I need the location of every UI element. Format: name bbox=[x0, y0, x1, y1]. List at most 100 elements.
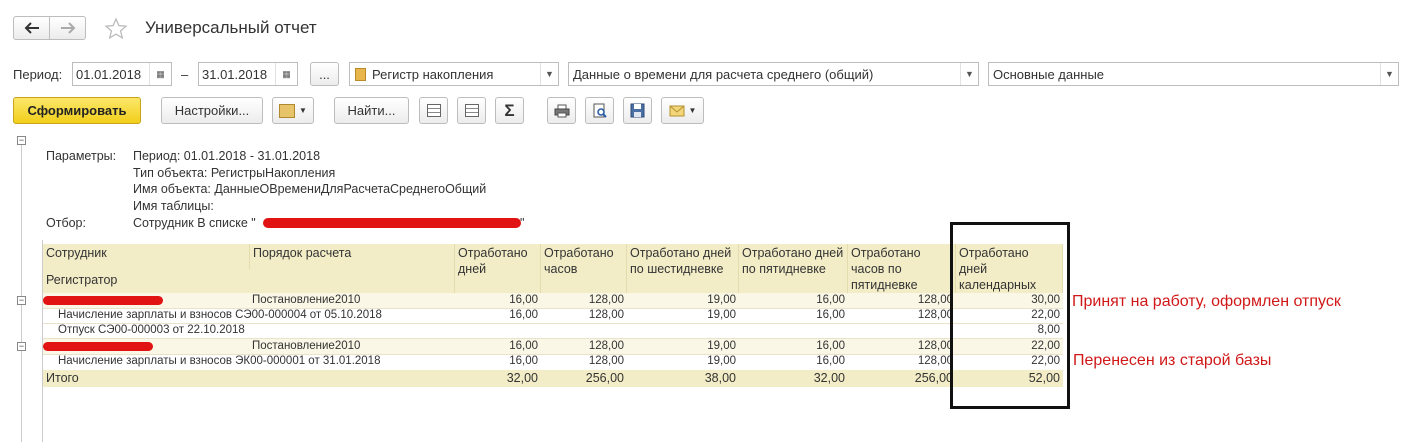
envelope-icon bbox=[669, 105, 685, 116]
period-select-button[interactable]: ... bbox=[310, 62, 339, 86]
cell-hours5: 128,00 bbox=[917, 340, 953, 352]
param-object-type: Тип объекта: РегистрыНакопления bbox=[133, 166, 336, 180]
calendar-icon[interactable]: ▦ bbox=[275, 63, 297, 85]
cell-days5: 16,00 bbox=[816, 309, 845, 321]
total-days6: 38,00 bbox=[627, 370, 739, 387]
preview-button[interactable] bbox=[585, 97, 614, 124]
chevron-down-icon[interactable]: ▼ bbox=[960, 63, 978, 85]
cell-hours: 128,00 bbox=[588, 340, 624, 352]
cell-hours5: 128,00 bbox=[917, 355, 953, 367]
arrow-right-icon bbox=[60, 22, 75, 34]
chevron-down-icon: ▼ bbox=[299, 106, 307, 115]
table-expand-icon bbox=[464, 104, 479, 117]
forward-button[interactable] bbox=[49, 16, 86, 40]
object-type-value: Регистр накопления bbox=[372, 66, 494, 82]
variant-menu-button[interactable]: ▼ bbox=[272, 97, 314, 124]
date-dash: – bbox=[181, 67, 189, 82]
cell-days5: 16,00 bbox=[816, 340, 845, 352]
cell-registrator[interactable]: Отпуск СЭ00-000003 от 22.10.2018 bbox=[58, 323, 245, 338]
cell-hours: 128,00 bbox=[588, 294, 624, 306]
date-to-field[interactable]: 31.01.2018 ▦ bbox=[198, 62, 298, 86]
group-collapse-button[interactable] bbox=[419, 97, 448, 124]
cell-days6: 19,00 bbox=[707, 355, 736, 367]
back-button[interactable] bbox=[13, 16, 50, 40]
sigma-icon: Σ bbox=[504, 100, 515, 120]
collapse-group-icon[interactable]: − bbox=[17, 296, 26, 305]
print-button[interactable] bbox=[547, 97, 576, 124]
floppy-disk-icon bbox=[630, 103, 645, 118]
cell-days6: 19,00 bbox=[707, 309, 736, 321]
highlight-box bbox=[950, 222, 1070, 409]
redaction-mark bbox=[43, 342, 153, 351]
filter-value-end: " bbox=[520, 216, 525, 230]
report-outline-line bbox=[21, 142, 22, 442]
generate-button[interactable]: Сформировать bbox=[13, 97, 141, 124]
table-group-icon bbox=[426, 104, 441, 117]
total-label: Итого bbox=[43, 370, 455, 387]
cell-days5: 16,00 bbox=[816, 355, 845, 367]
header-days: Отработано дней bbox=[455, 244, 541, 293]
header-registrator: Регистратор bbox=[43, 269, 455, 293]
find-button[interactable]: Найти... bbox=[334, 97, 409, 124]
save-button[interactable] bbox=[623, 97, 652, 124]
annotation-note-2: Перенесен из старой базы bbox=[1073, 352, 1272, 369]
total-days: 32,00 bbox=[455, 370, 541, 387]
header-days-five-day: Отработано дней по пятидневке bbox=[739, 244, 848, 293]
period-label: Период: bbox=[13, 67, 63, 82]
cell-registrator[interactable]: Начисление зарплаты и взносов СЭ00-00000… bbox=[58, 308, 382, 323]
object-name-value: Данные о времени для расчета среднего (о… bbox=[573, 66, 874, 82]
filter-label: Отбор: bbox=[46, 216, 86, 230]
header-days-six-day: Отработано дней по шестидневке bbox=[627, 244, 739, 293]
cell-days: 16,00 bbox=[509, 340, 538, 352]
total-days5: 32,00 bbox=[739, 370, 848, 387]
param-object-name: Имя объекта: ДанныеОВремениДляРасчетаСре… bbox=[133, 182, 487, 196]
cell-hours5: 128,00 bbox=[917, 294, 953, 306]
cell-calc-order: Постановление2010 bbox=[252, 294, 361, 306]
print-preview-icon bbox=[593, 103, 607, 118]
collapse-params-icon[interactable]: − bbox=[17, 136, 26, 145]
printer-icon bbox=[554, 104, 569, 117]
settings-button[interactable]: Настройки... bbox=[161, 97, 263, 124]
header-employee: Сотрудник bbox=[43, 244, 250, 269]
params-label: Параметры: bbox=[46, 149, 117, 163]
chevron-down-icon: ▼ bbox=[688, 106, 697, 115]
param-table-name: Имя таблицы: bbox=[133, 199, 214, 213]
header-hours: Отработано часов bbox=[541, 244, 627, 293]
filter-value: Сотрудник В списке " bbox=[133, 216, 256, 230]
object-name-select[interactable]: Данные о времени для расчета среднего (о… bbox=[568, 62, 979, 86]
annotation-note-1: Принят на работу, оформлен отпуск bbox=[1072, 293, 1341, 310]
redaction-mark bbox=[263, 218, 521, 228]
object-type-select[interactable]: Регистр накопления ▼ bbox=[349, 62, 559, 86]
cell-days5: 16,00 bbox=[816, 294, 845, 306]
total-hours: 256,00 bbox=[541, 370, 627, 387]
group-expand-button[interactable] bbox=[457, 97, 486, 124]
redaction-mark bbox=[43, 296, 163, 305]
report-variant-icon bbox=[279, 103, 296, 118]
cell-registrator[interactable]: Начисление зарплаты и взносов ЭК00-00000… bbox=[58, 354, 380, 369]
cell-hours5: 128,00 bbox=[917, 309, 953, 321]
cell-days6: 19,00 bbox=[707, 294, 736, 306]
chevron-down-icon[interactable]: ▼ bbox=[1380, 63, 1398, 85]
cell-calc-order: Постановление2010 bbox=[252, 340, 361, 352]
send-email-button[interactable]: ▼ bbox=[661, 97, 704, 124]
cell-hours: 128,00 bbox=[588, 309, 624, 321]
collapse-group-icon[interactable]: − bbox=[17, 342, 26, 351]
variant-value: Основные данные bbox=[993, 66, 1105, 82]
arrow-left-icon bbox=[24, 22, 39, 34]
sum-button[interactable]: Σ bbox=[495, 97, 524, 124]
cell-days6: 19,00 bbox=[707, 340, 736, 352]
date-from-value: 01.01.2018 bbox=[76, 66, 142, 82]
register-icon bbox=[355, 67, 366, 81]
total-hours5: 256,00 bbox=[848, 370, 956, 387]
date-from-field[interactable]: 01.01.2018 ▦ bbox=[72, 62, 172, 86]
cell-days: 16,00 bbox=[509, 294, 538, 306]
param-period: Период: 01.01.2018 - 31.01.2018 bbox=[133, 149, 321, 163]
header-calc-order: Порядок расчета bbox=[250, 244, 455, 269]
favorite-star-icon[interactable] bbox=[104, 17, 128, 41]
cell-hours: 128,00 bbox=[588, 355, 624, 367]
variant-select[interactable]: Основные данные ▼ bbox=[988, 62, 1399, 86]
calendar-icon[interactable]: ▦ bbox=[149, 63, 171, 85]
chevron-down-icon[interactable]: ▼ bbox=[540, 63, 558, 85]
date-to-value: 31.01.2018 bbox=[202, 66, 268, 82]
cell-days: 16,00 bbox=[509, 309, 538, 321]
